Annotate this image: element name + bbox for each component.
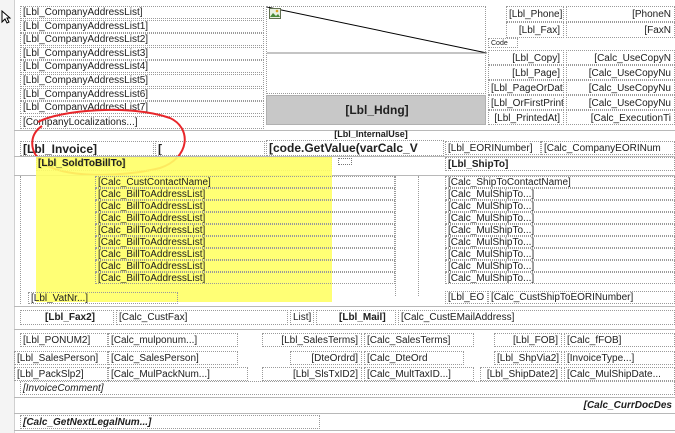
lbl-fax2[interactable]: [Lbl_Fax2] <box>20 310 114 325</box>
address-line[interactable]: [Lbl_CompanyAddressList6] <box>20 88 264 101</box>
lbl-ship-date2[interactable]: [Lbl_ShipDate2] <box>480 367 562 381</box>
section-divider <box>14 306 675 307</box>
billto-address-line[interactable]: [Calc_BillToAddressList] <box>95 224 395 236</box>
calc-ffob[interactable]: [Calc_fFOB] <box>564 333 675 347</box>
mul-ship-to-line[interactable]: [Calc_MulShipTo...] <box>445 200 675 212</box>
address-line[interactable]: [Lbl_CompanyAddressList2] <box>20 33 264 46</box>
section-divider <box>14 430 675 431</box>
lbl-eori-shipto[interactable]: [Lbl_EO <box>445 291 488 304</box>
left-gutter <box>0 0 15 433</box>
lbl-copy[interactable]: [Lbl_Copy] <box>488 50 564 65</box>
cust-ship-to-eori[interactable]: [Calc_CustShipToEORINumber] <box>488 291 675 304</box>
list-field[interactable]: List] <box>290 310 314 325</box>
billto-address-line[interactable]: [Calc_BillToAddressList] <box>95 248 395 260</box>
cust-email[interactable]: [Calc_CustEMailAddress] <box>398 310 675 325</box>
lbl-phone[interactable]: [Lbl_Phone] <box>506 6 564 22</box>
or-first-printed-value[interactable]: [Calc_UseCopyNu <box>566 95 675 110</box>
guide-line <box>20 176 21 304</box>
ship-to-contact-name[interactable]: [Calc_ShipToContactName] <box>445 176 675 188</box>
calc-sales-person[interactable]: [Calc_SalesPerson] <box>108 351 238 365</box>
lbl-eori-number[interactable]: [Lbl_EORINumber] <box>445 141 541 155</box>
billto-address-line[interactable]: [Calc_BillToAddressList] <box>95 200 395 212</box>
small-marker <box>338 158 352 165</box>
mul-ship-to-line[interactable]: [Calc_MulShipTo...] <box>445 236 675 248</box>
address-line[interactable]: [Lbl_CompanyAddressList4] <box>20 60 264 73</box>
guide-line <box>418 176 419 296</box>
section-divider <box>14 329 675 330</box>
calc-mul-pack-num[interactable]: [Calc_MulPackNum...] <box>108 367 248 381</box>
billto-address-line[interactable]: [Calc_BillToAddressList] <box>95 188 395 200</box>
billto-address-line[interactable]: [Calc_BillToAddressList] <box>95 212 395 224</box>
address-line[interactable]: [Lbl_CompanyAddressList] <box>20 6 264 19</box>
company-eori[interactable]: [Calc_CompanyEORINum <box>541 141 675 155</box>
lbl-dte-ordrd[interactable]: [DteOrdrd] <box>290 351 362 365</box>
phone-value[interactable]: [PhoneN <box>566 6 675 22</box>
invoice-comment[interactable]: [InvoiceComment] <box>20 381 675 395</box>
lbl-page[interactable]: [Lbl_Page] <box>488 65 564 80</box>
address-line[interactable]: [Lbl_CompanyAddressList5] <box>20 74 264 87</box>
lbl-pack-slp2[interactable]: [Lbl_PackSlp2] <box>14 367 108 381</box>
lbl-sales-terms[interactable]: [Lbl_SalesTerms] <box>262 333 362 347</box>
lbl-sls-tx-id2[interactable]: [Lbl_SlsTxID2] <box>262 367 362 381</box>
lbl-shp-via2[interactable]: [Lbl_ShpVia2] <box>494 351 562 365</box>
page-or-date-value[interactable]: [Calc_UseCopyNu <box>566 80 675 95</box>
lbl-vat-nr[interactable]: [Lbl_VatNr...] <box>28 292 178 304</box>
copy-value[interactable]: [Calc_UseCopyN <box>566 50 675 65</box>
calc-mult-tax-id[interactable]: [Calc_MultTaxID...] <box>364 367 474 381</box>
calc-mulponum[interactable]: [Calc_mulponum...] <box>108 333 238 347</box>
address-line[interactable]: [Lbl_CompanyAddressList3] <box>20 47 264 60</box>
mul-ship-to-line[interactable]: [Calc_MulShipTo...] <box>445 272 675 284</box>
lbl-page-or-date[interactable]: [Lbl_PageOrDate] <box>488 80 564 95</box>
lbl-fax[interactable]: [Lbl_Fax] <box>506 22 564 38</box>
calc-sales-terms[interactable]: [Calc_SalesTerms] <box>364 333 474 347</box>
logo-image-box[interactable] <box>266 6 487 94</box>
billto-address-line[interactable]: [Calc_BillToAddressList] <box>95 272 395 284</box>
lbl-sold-to-bill-to-overlay: [Lbl_SoldToBillTo] <box>38 158 126 169</box>
calc-mul-ship-date[interactable]: [Calc_MulShipDate... <box>564 367 675 381</box>
lbl-fob[interactable]: [Lbl_FOB] <box>494 333 562 347</box>
lbl-or-first-printed[interactable]: [Lbl_OrFirstPrinted] <box>488 95 564 110</box>
fax-value[interactable]: [FaxN <box>566 22 675 38</box>
address-line[interactable]: [Lbl_CompanyAddressList1] <box>20 20 264 33</box>
billto-address-line[interactable]: [Calc_BillToAddressList] <box>95 260 395 272</box>
lbl-ship-to[interactable]: [Lbl_ShipTo] <box>445 157 675 171</box>
printed-at-value[interactable]: [Calc_ExecutionTi <box>566 110 675 125</box>
guide-line <box>395 176 396 296</box>
mul-ship-to-line[interactable]: [Calc_MulShipTo...] <box>445 224 675 236</box>
image-icon <box>269 8 281 19</box>
section-divider <box>14 413 675 414</box>
calc-curr-doc-des[interactable]: [Calc_CurrDocDes <box>500 399 675 413</box>
mul-ship-to-line[interactable]: [Calc_MulShipTo...] <box>445 188 675 200</box>
lbl-sales-person[interactable]: [Lbl_SalesPerson] <box>14 351 108 365</box>
lbl-mail[interactable]: [Lbl_Mail] <box>316 310 396 325</box>
code-getvalue[interactable]: [code.GetValue(varCalc_V <box>266 140 444 156</box>
calc-get-next-legal-num[interactable]: [Calc_GetNextLegalNum...] <box>20 415 320 429</box>
cust-contact-name[interactable]: [Calc_CustContactName] <box>95 176 395 188</box>
logo-placeholder-lines <box>267 7 487 54</box>
mul-ship-to-line[interactable]: [Calc_MulShipTo...] <box>445 212 675 224</box>
page-value[interactable]: [Calc_UseCopyNu <box>566 65 675 80</box>
lbl-printed-at[interactable]: [Lbl_PrintedAt] <box>488 110 564 125</box>
cust-fax[interactable]: [Calc_CustFax] <box>116 310 288 325</box>
section-divider <box>14 397 675 398</box>
lbl-ponum2[interactable]: [Lbl_PONUM2] <box>20 333 108 347</box>
mul-ship-to-line[interactable]: [Calc_MulShipTo...] <box>445 248 675 260</box>
mul-ship-to-line[interactable]: [Calc_MulShipTo...] <box>445 260 675 272</box>
heading-label[interactable]: [Lbl_Hdng] <box>266 95 486 125</box>
invoice-type[interactable]: [InvoiceType...] <box>564 351 675 365</box>
mouse-cursor-icon <box>1 10 11 24</box>
billto-address-line[interactable]: [Calc_BillToAddressList] <box>95 236 395 248</box>
calc-dte-ord[interactable]: [Calc_DteOrd <box>364 351 464 365</box>
code-small[interactable]: Code <box>488 38 518 48</box>
